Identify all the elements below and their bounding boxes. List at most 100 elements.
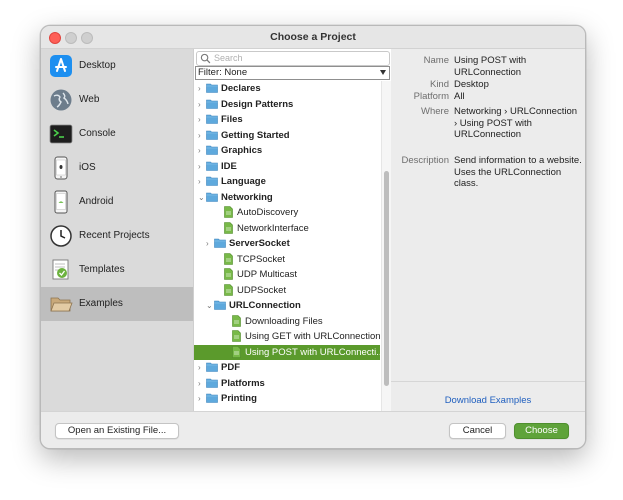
tree-row-label: Declares (221, 83, 261, 94)
example-file-icon (224, 283, 233, 296)
example-file-icon (232, 345, 241, 358)
example-file-icon (232, 330, 241, 342)
chevron-right-icon[interactable]: › (198, 147, 205, 155)
folder-icon (206, 83, 218, 93)
sidebar-item-console[interactable]: Console (41, 117, 193, 151)
sidebar-item-templates[interactable]: Templates (41, 253, 193, 287)
tree-folder-row[interactable]: › ServerSocket (194, 236, 380, 252)
tree-example-row[interactable]: NetworkInterface (194, 221, 380, 237)
tree-example-row[interactable]: AutoDiscovery (194, 205, 380, 221)
folder-icon (214, 300, 226, 310)
chevron-right-icon[interactable]: › (198, 395, 205, 403)
folder-icon (206, 99, 218, 109)
chevron-right-icon[interactable]: › (206, 240, 213, 248)
folder-icon (206, 393, 218, 403)
tree-folder-row[interactable]: › Files (194, 112, 380, 128)
example-details-panel: Name Using POST with URLConnection Kind … (391, 49, 585, 411)
tree-row-label: Getting Started (221, 129, 290, 141)
chevron-right-icon[interactable]: › (198, 116, 205, 124)
tree-row-label: Downloading Files (245, 315, 323, 327)
tree-folder-row[interactable]: › Declares (194, 81, 380, 97)
tree-example-row[interactable]: Using POST with URLConnecti... (194, 344, 384, 360)
tree-row-label: UDP Multicast (237, 269, 298, 280)
examples-browser: Filter: None › Declares › Design Patterns › F… (193, 49, 392, 411)
chevron-right-icon[interactable]: › (198, 379, 205, 387)
folder-icon (214, 238, 226, 248)
sidebar-item-ios[interactable]: iOS (41, 151, 193, 185)
chevron-right-icon[interactable]: › (198, 85, 205, 93)
open-existing-file-button[interactable]: Open an Existing File... (55, 423, 179, 439)
tree-row-label: TCPSocket (237, 253, 286, 265)
sidebar-item-label: Desktop (79, 60, 116, 71)
globe-icon (49, 88, 73, 112)
search-field[interactable] (196, 51, 390, 66)
kind-value: Desktop (454, 79, 489, 90)
cancel-button[interactable]: Cancel (449, 423, 506, 439)
platform-key: Platform (413, 91, 449, 102)
choose-button[interactable]: Choose (514, 423, 569, 439)
scrollbar-thumb[interactable] (384, 171, 389, 386)
chevron-down-icon[interactable]: ⌄ (206, 302, 213, 310)
tree-row-label: URLConnection (229, 300, 301, 311)
tree-example-row[interactable]: UDP Multicast (194, 267, 380, 283)
tree-folder-row[interactable]: › Language (194, 174, 380, 190)
tree-row-label: Using GET with URLConnection (245, 331, 381, 342)
kind-key: Kind (429, 79, 449, 90)
chevron-right-icon[interactable]: › (198, 100, 205, 108)
tree-folder-row[interactable]: ⌄ URLConnection (194, 298, 380, 314)
download-examples-link[interactable]: Download Examples (391, 395, 585, 406)
examples-tree: › Declares › Design Patterns › Files › Getting … (194, 81, 384, 411)
vertical-scrollbar[interactable] (381, 81, 391, 411)
chevron-right-icon[interactable]: › (198, 364, 205, 372)
filter-popup[interactable]: Filter: None (195, 66, 390, 80)
description-key: Description (401, 155, 449, 166)
tree-folder-row[interactable]: › Platforms (194, 376, 380, 392)
folder-icon (206, 161, 218, 171)
tree-row-label: Files (221, 114, 243, 125)
tree-row-label: Design Patterns (221, 98, 294, 110)
sidebar-item-label: Android (79, 196, 114, 207)
sidebar-item-examples[interactable]: Examples (41, 287, 193, 321)
sidebar-item-label: Templates (79, 264, 125, 275)
tree-example-row[interactable]: UDPSocket (194, 283, 380, 299)
tree-row-label: UDPSocket (237, 284, 287, 296)
details-divider (391, 381, 585, 382)
folder-icon (206, 176, 218, 186)
tree-folder-row[interactable]: ⌄ Networking (194, 190, 380, 206)
sidebar-item-android[interactable]: Android (41, 185, 193, 219)
folder-icon (206, 192, 218, 202)
sidebar-item-label: Examples (79, 298, 123, 309)
tree-folder-row[interactable]: › IDE (194, 159, 380, 175)
android-phone-icon (49, 190, 73, 214)
search-icon (200, 53, 211, 64)
where-value: Networking › URLConnection › Using POST … (454, 106, 578, 140)
app-store-icon (49, 54, 73, 78)
window-title: Choose a Project (270, 31, 356, 43)
search-input[interactable] (214, 52, 384, 64)
folder-icon (206, 362, 218, 372)
tree-example-row[interactable]: Downloading Files (194, 314, 380, 330)
tree-folder-row[interactable]: › Graphics (194, 143, 380, 159)
tree-row-label: Using POST with URLConnecti... (245, 346, 385, 358)
tree-folder-row[interactable]: › PDF (194, 360, 380, 376)
title-bar: Choose a Project (41, 26, 585, 49)
tree-example-row[interactable]: TCPSocket (194, 252, 380, 268)
chevron-right-icon[interactable]: › (198, 131, 205, 139)
tree-folder-row[interactable]: › Getting Started (194, 128, 380, 144)
chevron-right-icon[interactable]: › (198, 178, 205, 186)
sidebar-item-recent-projects[interactable]: Recent Projects (41, 219, 193, 253)
tree-row-label: Platforms (221, 377, 265, 389)
chevron-right-icon[interactable]: › (198, 162, 205, 170)
tree-row-label: AutoDiscovery (237, 207, 299, 218)
sidebar-item-desktop[interactable]: Desktop (41, 49, 193, 83)
tree-folder-row[interactable]: › Printing (194, 391, 380, 407)
terminal-icon (49, 122, 73, 146)
tree-folder-row[interactable]: › Design Patterns (194, 97, 380, 113)
example-file-icon (224, 252, 233, 265)
tree-row-label: Graphics (221, 145, 263, 156)
sidebar-item-web[interactable]: Web (41, 83, 193, 117)
example-file-icon (232, 314, 241, 327)
tree-example-row[interactable]: Using GET with URLConnection (194, 329, 381, 345)
chevron-down-icon[interactable]: ⌄ (198, 193, 205, 201)
folder-open-icon (49, 292, 73, 316)
